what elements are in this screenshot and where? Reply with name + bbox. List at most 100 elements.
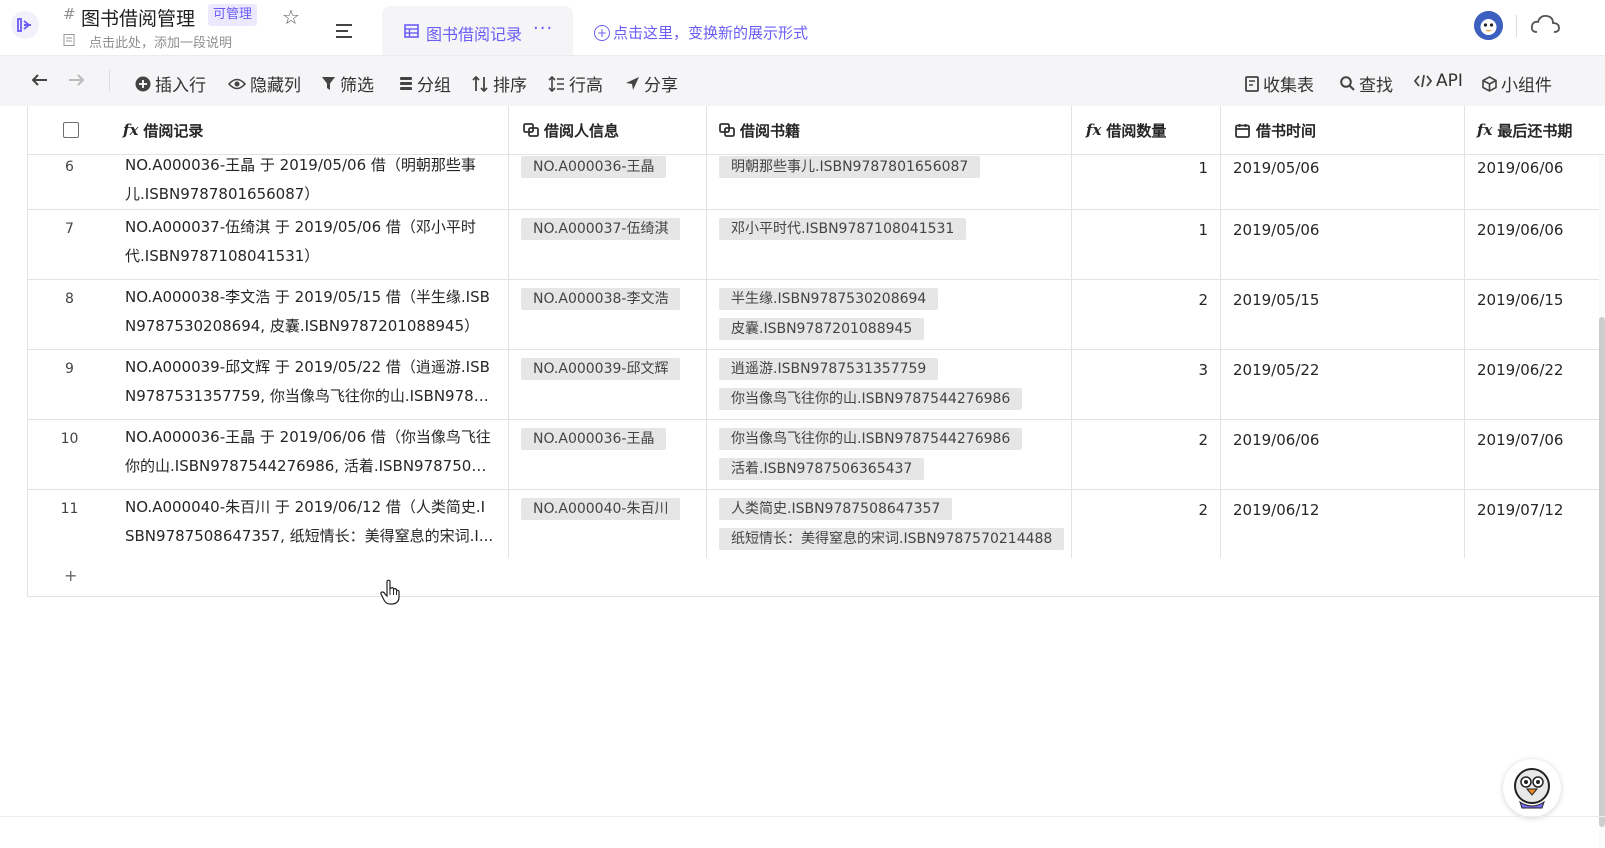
book-tag[interactable]: 邓小平时代.ISBN9787108041531 (719, 218, 967, 240)
borrower-tag[interactable]: NO.A000036-王晶 (521, 428, 667, 450)
book-tag[interactable]: 纸短情长：美得窒息的宋词.ISBN9787570214488 (719, 528, 1065, 550)
quantity-cell[interactable]: 1 (1072, 154, 1221, 209)
api-label: API (1436, 71, 1463, 91)
more-icon[interactable]: ··· (533, 18, 553, 39)
column-header-due-date[interactable]: fx 最后还书期 (1465, 106, 1605, 154)
column-header-quantity[interactable]: fx 借阅数量 (1072, 106, 1221, 154)
add-row[interactable]: + (28, 558, 1605, 596)
record-cell[interactable]: NO.A000038-李文浩 于 2019/05/15 借（半生缘.ISB N9… (111, 280, 509, 349)
column-header-record[interactable]: fx 借阅记录 (111, 106, 509, 154)
select-all-checkbox[interactable] (63, 122, 79, 138)
find-button[interactable]: 查找 (1340, 71, 1393, 96)
record-cell[interactable]: NO.A000036-王晶 于 2019/06/06 借（你当像鸟飞往 你的山.… (111, 420, 509, 489)
tab-borrow-records[interactable]: 图书借阅记录 ··· (382, 6, 573, 55)
data-grid: fx 借阅记录 借阅人信息 借阅书籍 fx 借阅数量 借书时间 fx 最后还书期… (27, 106, 1605, 597)
book-tag[interactable]: 活着.ISBN9787506365437 (719, 458, 925, 480)
form-button[interactable]: 收集表 (1245, 71, 1314, 96)
books-cell[interactable]: 半生缘.ISBN9787530208694 皮囊.ISBN97872010889… (707, 280, 1072, 349)
borrow-date-cell[interactable]: 2019/05/06 (1221, 210, 1465, 279)
record-cell[interactable]: NO.A000040-朱百川 于 2019/06/12 借（人类简史.I SBN… (111, 490, 509, 559)
record-cell[interactable]: NO.A000037-伍绮淇 于 2019/05/06 借（邓小平时 代.ISB… (111, 210, 509, 279)
view-list-toggle-icon[interactable] (334, 22, 354, 40)
table-row[interactable]: 11 NO.A000040-朱百川 于 2019/06/12 借（人类简史.I … (28, 490, 1605, 560)
due-date-cell[interactable]: 2019/06/22 (1465, 350, 1605, 419)
cloud-sync-icon[interactable] (1529, 12, 1561, 36)
borrower-cell[interactable]: NO.A000040-朱百川 (509, 490, 707, 559)
api-button[interactable]: API (1414, 71, 1463, 91)
borrow-date-cell[interactable]: 2019/06/12 (1221, 490, 1465, 559)
filter-button[interactable]: 筛选 (321, 71, 374, 96)
borrower-tag[interactable]: NO.A000036-王晶 (521, 156, 667, 178)
borrower-cell[interactable]: NO.A000039-邱文辉 (509, 350, 707, 419)
table-row[interactable]: 7 NO.A000037-伍绮淇 于 2019/05/06 借（邓小平时 代.I… (28, 210, 1605, 280)
book-tag[interactable]: 明朝那些事儿.ISBN9787801656087 (719, 156, 981, 178)
books-cell[interactable]: 人类简史.ISBN9787508647357 纸短情长：美得窒息的宋词.ISBN… (707, 490, 1072, 559)
redo-icon[interactable] (67, 72, 85, 88)
permission-badge[interactable]: 可管理 (208, 4, 258, 26)
table-row[interactable]: 9 NO.A000039-邱文辉 于 2019/05/22 借（逍遥游.ISB … (28, 350, 1605, 420)
row-height-button[interactable]: 行高 (548, 71, 603, 96)
sidebar-toggle-button[interactable] (11, 11, 39, 39)
book-tag[interactable]: 皮囊.ISBN9787201088945 (719, 318, 925, 340)
new-view-button[interactable]: + 点击这里，变换新的展示形式 (594, 22, 808, 43)
column-header-books[interactable]: 借阅书籍 (707, 106, 1072, 154)
record-line: NO.A000038-李文浩 于 2019/05/15 借（半生缘.ISB (125, 288, 490, 306)
vertical-scrollbar-thumb[interactable] (1599, 317, 1605, 827)
add-row-plus-icon[interactable]: + (64, 566, 77, 585)
quantity-cell[interactable]: 1 (1072, 210, 1221, 279)
share-button[interactable]: 分享 (625, 71, 678, 96)
undo-icon[interactable] (31, 72, 49, 88)
avatar[interactable] (1474, 11, 1503, 40)
books-cell[interactable]: 逍遥游.ISBN9787531357759 你当像鸟飞往你的山.ISBN9787… (707, 350, 1072, 419)
widget-button[interactable]: 小组件 (1482, 71, 1552, 96)
books-cell[interactable]: 你当像鸟飞往你的山.ISBN9787544276986 活着.ISBN97875… (707, 420, 1072, 489)
borrower-tag[interactable]: NO.A000040-朱百川 (521, 498, 681, 520)
table-row[interactable]: 6 NO.A000036-王晶 于 2019/05/06 借（明朝那些事 儿.I… (28, 154, 1605, 210)
table-row[interactable]: 8 NO.A000038-李文浩 于 2019/05/15 借（半生缘.ISB … (28, 280, 1605, 350)
group-button[interactable]: 分组 (399, 71, 451, 96)
sort-button[interactable]: 排序 (472, 71, 527, 96)
books-cell[interactable]: 明朝那些事儿.ISBN9787801656087 (707, 154, 1072, 209)
table-row[interactable]: 10 NO.A000036-王晶 于 2019/06/06 借（你当像鸟飞往 你… (28, 420, 1605, 490)
due-date-cell[interactable]: 2019/06/15 (1465, 280, 1605, 349)
book-tag[interactable]: 半生缘.ISBN9787530208694 (719, 288, 939, 310)
borrower-tag[interactable]: NO.A000037-伍绮淇 (521, 218, 681, 240)
due-date-cell[interactable]: 2019/07/12 (1465, 490, 1605, 559)
insert-row-button[interactable]: 插入行 (135, 71, 206, 96)
column-header-borrow-date[interactable]: 借书时间 (1221, 106, 1465, 154)
star-icon[interactable]: ☆ (282, 5, 300, 29)
due-date-cell[interactable]: 2019/06/06 (1465, 210, 1605, 279)
borrower-cell[interactable]: NO.A000036-王晶 (509, 420, 707, 489)
column-header-label: 借阅记录 (143, 121, 204, 140)
record-line: SBN9787508647357, 纸短情长：美得窒息的宋词.I... (125, 527, 494, 545)
borrower-cell[interactable]: NO.A000036-王晶 (509, 154, 707, 209)
mascot-icon (1514, 768, 1550, 809)
record-cell[interactable]: NO.A000036-王晶 于 2019/05/06 借（明朝那些事 儿.ISB… (111, 154, 509, 209)
books-cell[interactable]: 邓小平时代.ISBN9787108041531 (707, 210, 1072, 279)
record-cell[interactable]: NO.A000039-邱文辉 于 2019/05/22 借（逍遥游.ISB N9… (111, 350, 509, 419)
due-date-cell[interactable]: 2019/06/06 (1465, 154, 1605, 209)
borrow-date-cell[interactable]: 2019/05/22 (1221, 350, 1465, 419)
borrow-date-cell[interactable]: 2019/06/06 (1221, 420, 1465, 489)
document-title[interactable]: 图书借阅管理 (81, 4, 195, 31)
assistant-mascot-button[interactable] (1503, 759, 1561, 817)
borrower-cell[interactable]: NO.A000037-伍绮淇 (509, 210, 707, 279)
borrow-date-cell[interactable]: 2019/05/06 (1221, 154, 1465, 209)
book-tag[interactable]: 逍遥游.ISBN9787531357759 (719, 358, 939, 380)
borrower-tag[interactable]: NO.A000038-李文浩 (521, 288, 681, 310)
borrower-cell[interactable]: NO.A000038-李文浩 (509, 280, 707, 349)
book-tag[interactable]: 你当像鸟飞往你的山.ISBN9787544276986 (719, 428, 1023, 450)
quantity-cell[interactable]: 2 (1072, 420, 1221, 489)
row-height-icon (548, 75, 564, 92)
due-date-cell[interactable]: 2019/07/06 (1465, 420, 1605, 489)
quantity-cell[interactable]: 2 (1072, 280, 1221, 349)
book-tag[interactable]: 你当像鸟飞往你的山.ISBN9787544276986 (719, 388, 1023, 410)
quantity-cell[interactable]: 3 (1072, 350, 1221, 419)
book-tag[interactable]: 人类简史.ISBN9787508647357 (719, 498, 953, 520)
column-header-borrower[interactable]: 借阅人信息 (509, 106, 707, 154)
borrower-tag[interactable]: NO.A000039-邱文辉 (521, 358, 681, 380)
quantity-cell[interactable]: 2 (1072, 490, 1221, 559)
description-placeholder[interactable]: 点击此处，添加一段说明 (89, 32, 232, 51)
hide-column-button[interactable]: 隐藏列 (228, 71, 301, 96)
borrow-date-cell[interactable]: 2019/05/15 (1221, 280, 1465, 349)
